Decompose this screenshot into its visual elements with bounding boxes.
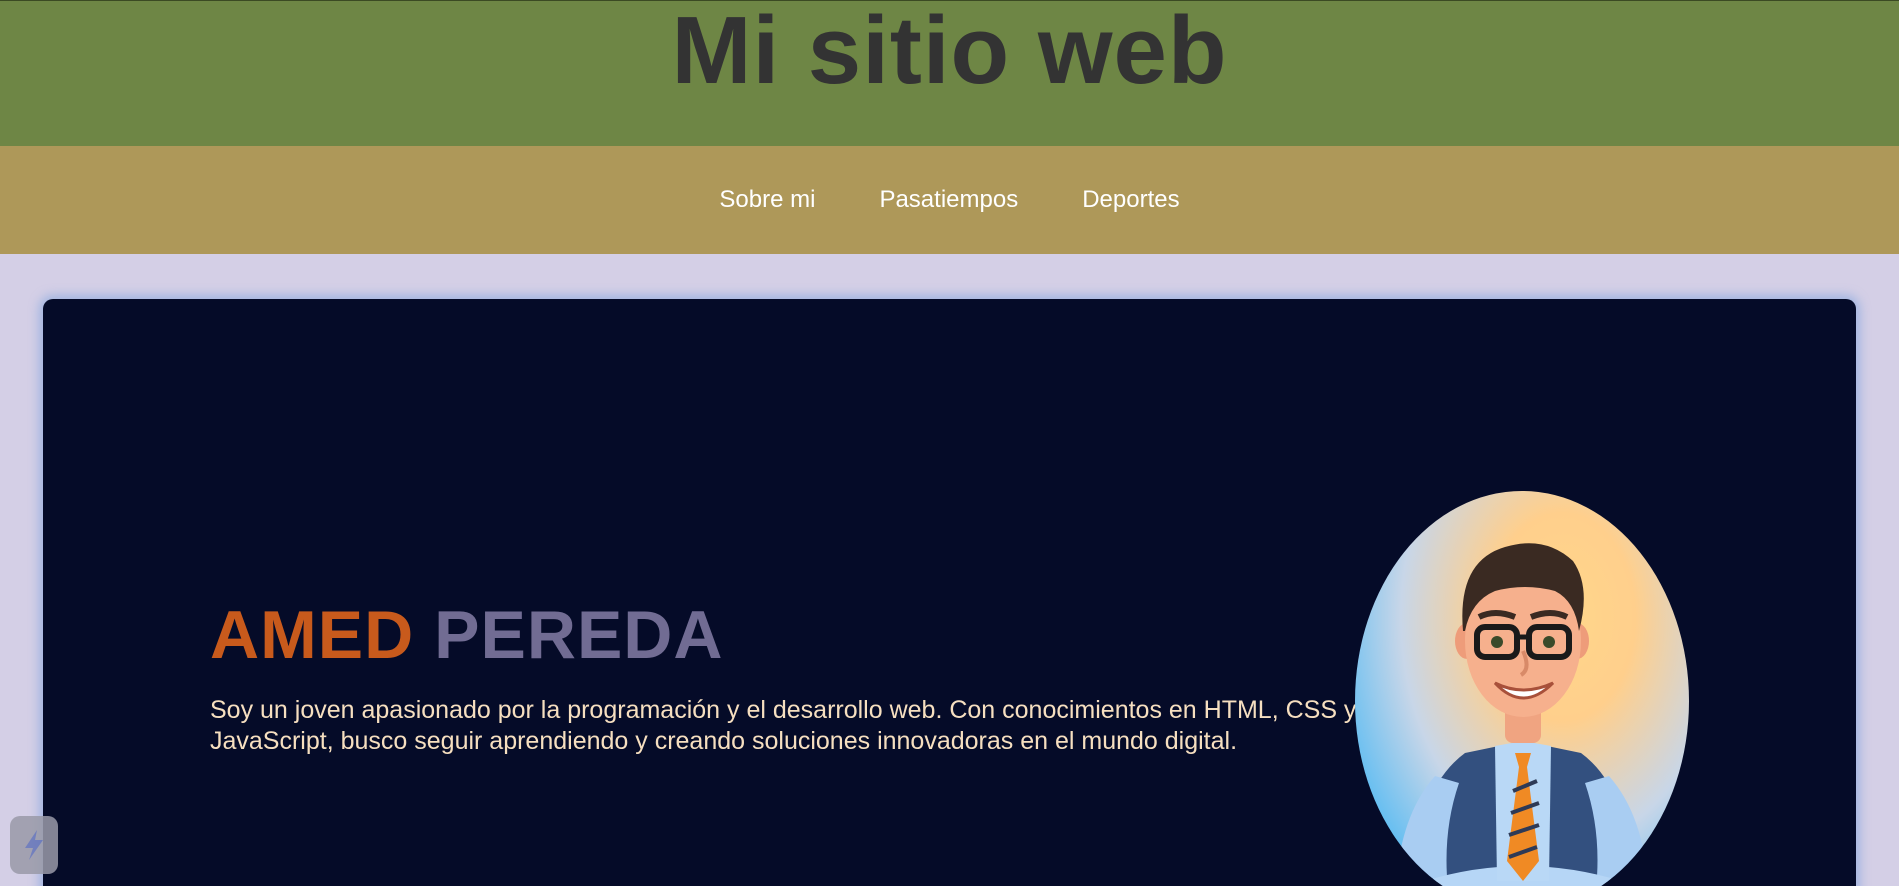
profile-bio: Soy un joven apasionado por la programac… (210, 696, 1357, 755)
profile-card: AMED PEREDA Soy un joven apasionado por … (43, 299, 1856, 886)
last-name: PEREDA (434, 597, 724, 673)
main-nav: Sobre mi Pasatiempos Deportes (0, 146, 1899, 254)
first-name: AMED (210, 597, 415, 673)
profile-name: AMED PEREDA (210, 596, 724, 674)
floating-action-button[interactable] (10, 816, 58, 874)
cartoon-man-portrait-icon (1395, 543, 1649, 886)
lightning-icon (25, 830, 43, 860)
site-title: Mi sitio web (671, 0, 1228, 104)
nav-link-pasatiempos[interactable]: Pasatiempos (847, 186, 1050, 214)
avatar (1355, 491, 1689, 886)
nav-link-deportes[interactable]: Deportes (1050, 186, 1211, 214)
nav-link-sobre-mi[interactable]: Sobre mi (687, 186, 847, 214)
site-header: Mi sitio web (0, 0, 1899, 146)
